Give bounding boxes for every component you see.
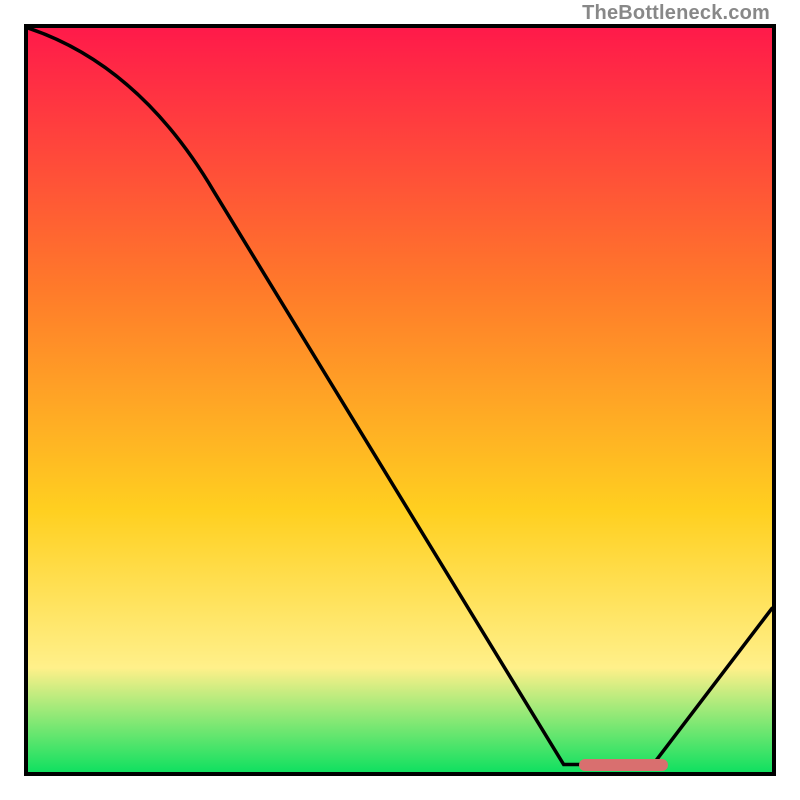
watermark-label: TheBottleneck.com	[582, 2, 770, 25]
chart-frame	[24, 24, 776, 776]
gradient-rect	[28, 28, 772, 772]
highlight-marker	[579, 759, 668, 771]
gradient-background	[28, 28, 772, 772]
